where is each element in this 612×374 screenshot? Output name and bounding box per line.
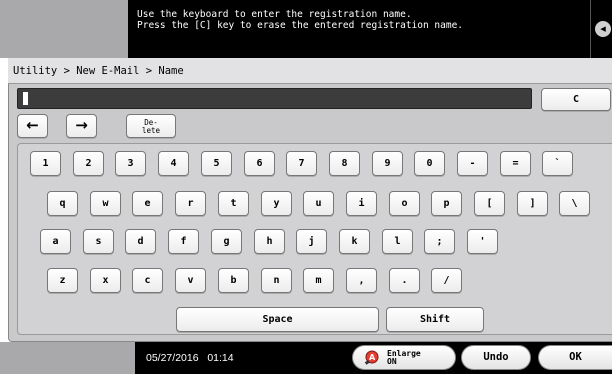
keyboard-key[interactable]: d — [125, 229, 156, 254]
breadcrumb: Utility > New E-Mail > Name — [8, 58, 612, 84]
keyboard-key[interactable]: 8 — [329, 151, 360, 176]
space-key[interactable]: Space — [176, 307, 379, 332]
name-input-field[interactable] — [17, 88, 532, 109]
keyboard-key[interactable]: g — [211, 229, 242, 254]
keyboard-key[interactable]: 5 — [201, 151, 232, 176]
keyboard-key[interactable]: e — [132, 191, 163, 216]
keyboard-key[interactable]: 0 — [414, 151, 445, 176]
delete-button[interactable]: De- lete — [126, 114, 176, 138]
undo-button[interactable]: Undo — [461, 345, 531, 370]
keyboard-key[interactable]: ' — [467, 229, 498, 254]
time-text: 01:14 — [207, 352, 234, 364]
keyboard-key[interactable]: \ — [559, 191, 590, 216]
keyboard-key[interactable]: k — [339, 229, 370, 254]
enlarge-label-line-1: Enlarge — [387, 349, 421, 358]
shift-key[interactable]: Shift — [386, 307, 484, 332]
cursor-right-button[interactable]: → — [66, 114, 97, 138]
keyboard-key[interactable]: y — [261, 191, 292, 216]
keyboard-key[interactable]: u — [303, 191, 334, 216]
keyboard-key[interactable]: z — [47, 268, 78, 293]
keyboard-key[interactable]: 6 — [244, 151, 275, 176]
keyboard-key[interactable]: x — [90, 268, 121, 293]
keyboard-key[interactable]: l — [382, 229, 413, 254]
keyboard-key[interactable]: s — [83, 229, 114, 254]
keyboard-key[interactable]: 4 — [158, 151, 189, 176]
keyboard-key[interactable]: . — [389, 268, 420, 293]
back-button[interactable]: ◂ — [590, 0, 612, 58]
keyboard-key[interactable]: q — [47, 191, 78, 216]
keyboard-key[interactable]: 1 — [30, 151, 61, 176]
svg-text:A: A — [369, 353, 376, 362]
keyboard-key[interactable]: w — [90, 191, 121, 216]
keyboard-key[interactable]: n — [261, 268, 292, 293]
instruction-line-1: Use the keyboard to enter the registrati… — [137, 9, 412, 20]
keyboard-key[interactable]: f — [168, 229, 199, 254]
footer-left-area — [0, 342, 135, 374]
keyboard-key[interactable]: r — [175, 191, 206, 216]
keyboard-key[interactable]: m — [303, 268, 334, 293]
date-text: 05/27/2016 — [146, 352, 199, 364]
keyboard-key[interactable]: b — [218, 268, 249, 293]
keyboard-key[interactable]: ; — [424, 229, 455, 254]
date-time-display: 05/27/2016 01:14 — [146, 350, 234, 366]
keyboard-key[interactable]: h — [254, 229, 285, 254]
header-left-area — [0, 0, 128, 58]
keyboard-key[interactable]: o — [389, 191, 420, 216]
instruction-line-2: Press the [C] key to erase the entered r… — [137, 20, 464, 31]
keyboard-key[interactable]: ` — [542, 151, 573, 176]
keyboard-key[interactable]: - — [457, 151, 488, 176]
keyboard-key[interactable]: / — [431, 268, 462, 293]
keyboard-key[interactable]: ] — [517, 191, 548, 216]
clear-button[interactable]: C — [541, 88, 611, 111]
cursor-left-button[interactable]: ← — [17, 114, 48, 138]
keyboard-key[interactable]: 3 — [115, 151, 146, 176]
enlarge-display-button[interactable]: A Enlarge ON — [352, 345, 456, 370]
keyboard-key[interactable]: , — [346, 268, 377, 293]
magnifier-icon: A — [364, 350, 379, 365]
instruction-message: Use the keyboard to enter the registrati… — [128, 0, 590, 58]
back-arrow-icon: ◂ — [595, 21, 611, 37]
keyboard-key[interactable]: [ — [474, 191, 505, 216]
text-cursor — [23, 92, 28, 105]
keyboard-key[interactable]: c — [132, 268, 163, 293]
enlarge-label-line-2: ON — [387, 357, 397, 366]
keyboard-key[interactable]: t — [218, 191, 249, 216]
ok-button[interactable]: OK — [538, 345, 612, 370]
keyboard-key[interactable]: 7 — [286, 151, 317, 176]
keyboard-key[interactable]: i — [346, 191, 377, 216]
keyboard-key[interactable]: 2 — [73, 151, 104, 176]
keyboard-key[interactable]: = — [500, 151, 531, 176]
keyboard-key[interactable]: 9 — [372, 151, 403, 176]
keyboard-key[interactable]: p — [431, 191, 462, 216]
keyboard-key[interactable]: v — [175, 268, 206, 293]
delete-label-line-2: lete — [141, 126, 161, 135]
keyboard-key[interactable]: a — [40, 229, 71, 254]
keyboard-key[interactable]: j — [296, 229, 327, 254]
